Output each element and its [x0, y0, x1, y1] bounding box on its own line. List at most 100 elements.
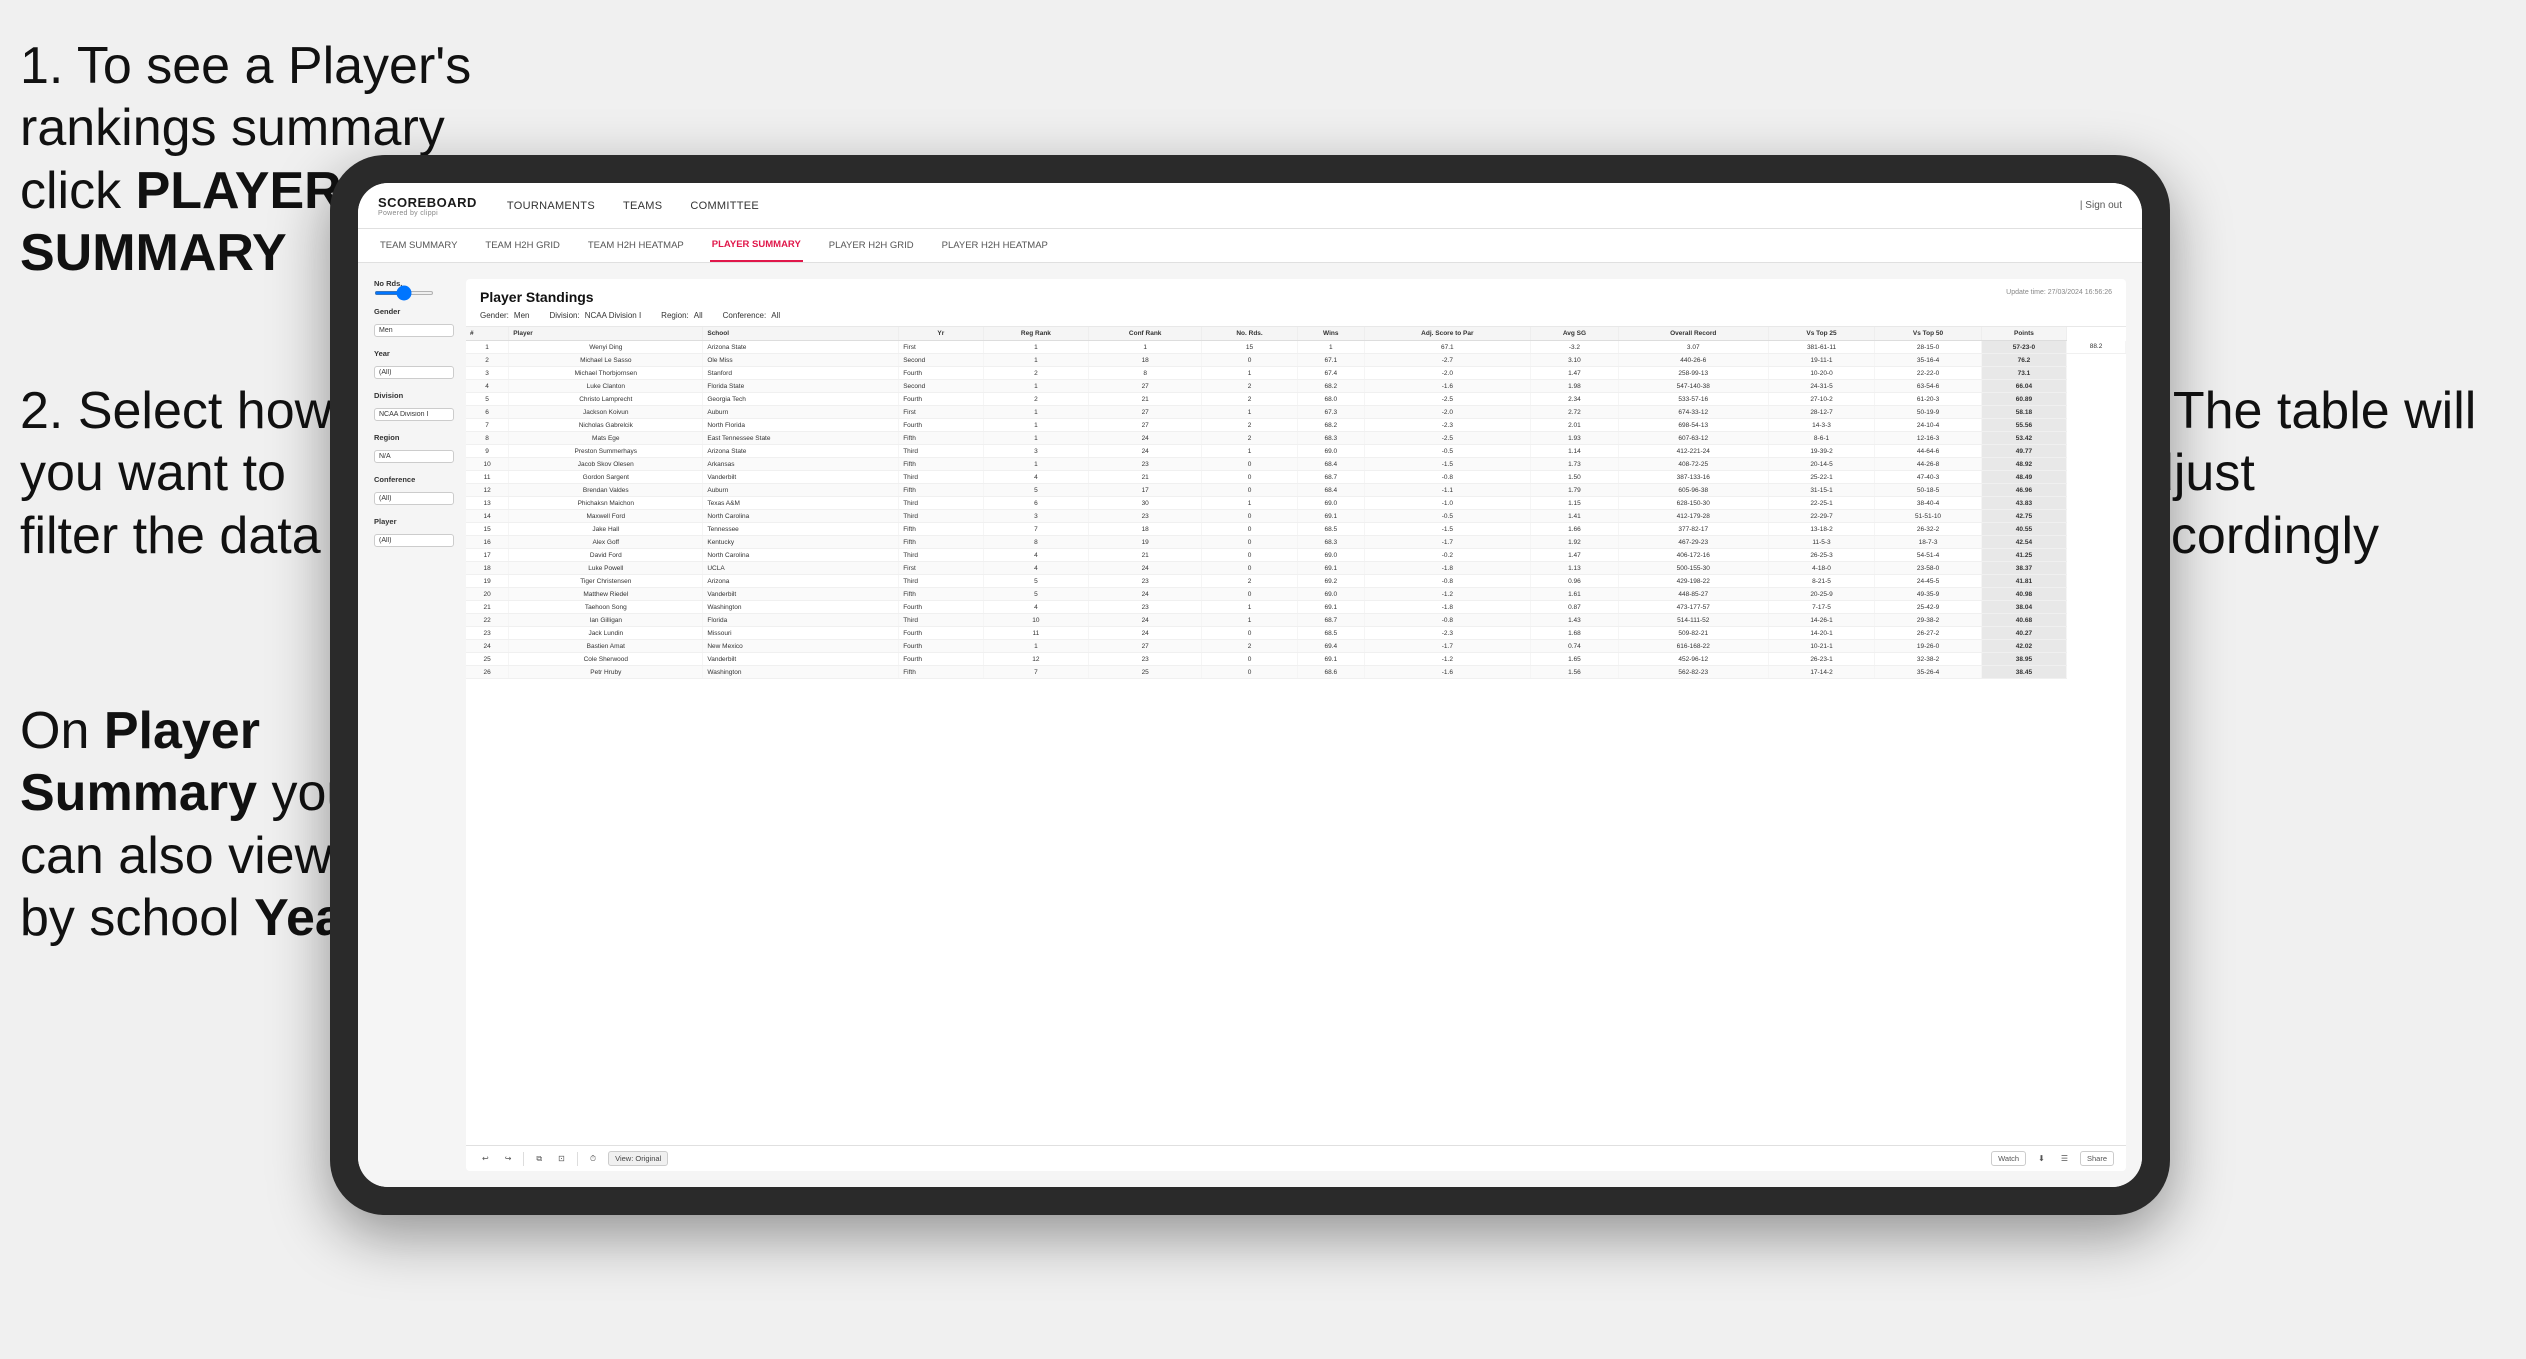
cell-20-12: 25-42-9	[1875, 601, 1982, 614]
cell-1-3: Second	[899, 354, 983, 367]
year-label: Year	[374, 349, 454, 358]
cell-25-2: Washington	[703, 666, 899, 679]
cell-23-2: New Mexico	[703, 640, 899, 653]
cell-12-10: 628-150-30	[1618, 497, 1768, 510]
division-label: Division	[374, 391, 454, 400]
cell-14-3: Fifth	[899, 523, 983, 536]
table-row: 3Michael ThorbjornsenStanfordFourth28167…	[466, 367, 2126, 380]
cell-15-6: 0	[1202, 536, 1298, 549]
cell-13-8: -0.5	[1364, 510, 1531, 523]
cell-13-12: 51-51-10	[1875, 510, 1982, 523]
redo-button[interactable]: ↪	[501, 1152, 516, 1165]
cell-14-11: 13-18-2	[1768, 523, 1875, 536]
watch-button[interactable]: Watch	[1991, 1151, 2026, 1166]
share-button[interactable]: Share	[2080, 1151, 2114, 1166]
cell-9-10: 408-72-25	[1618, 458, 1768, 471]
cell-17-0: 18	[466, 562, 509, 575]
cell-8-6: 1	[1202, 445, 1298, 458]
nav-teams[interactable]: TEAMS	[623, 200, 662, 212]
cell-21-13: 40.68	[1981, 614, 2066, 627]
cell-17-3: First	[899, 562, 983, 575]
sign-out-link[interactable]: | Sign out	[2080, 200, 2122, 211]
sub-nav-player-summary[interactable]: PLAYER SUMMARY	[710, 229, 803, 262]
cell-25-8: -1.6	[1364, 666, 1531, 679]
sub-nav-team-h2h-heatmap[interactable]: TEAM H2H HEATMAP	[586, 229, 686, 262]
cell-25-9: 1.56	[1531, 666, 1619, 679]
player-select[interactable]: (All)	[374, 534, 454, 547]
cell-3-4: 1	[983, 380, 1089, 393]
division-filter-display: Division: NCAA Division I	[549, 311, 641, 320]
cell-17-8: -1.8	[1364, 562, 1531, 575]
cell-25-0: 26	[466, 666, 509, 679]
cell-5-2: Auburn	[703, 406, 899, 419]
cell-4-4: 2	[983, 393, 1089, 406]
cell-1-2: Ole Miss	[703, 354, 899, 367]
data-table[interactable]: # Player School Yr Reg Rank Conf Rank No…	[466, 327, 2126, 1145]
cell-4-13: 60.89	[1981, 393, 2066, 406]
table-row: 13Phichaksn MaichonTexas A&MThird630169.…	[466, 497, 2126, 510]
cell-8-3: Third	[899, 445, 983, 458]
cell-14-1: Jake Hall	[509, 523, 703, 536]
cell-25-5: 25	[1089, 666, 1202, 679]
sub-nav-player-h2h-grid[interactable]: PLAYER H2H GRID	[827, 229, 916, 262]
cell-18-13: 41.81	[1981, 575, 2066, 588]
cell-23-0: 24	[466, 640, 509, 653]
nav-tournaments[interactable]: TOURNAMENTS	[507, 200, 595, 212]
cell-19-2: Vanderbilt	[703, 588, 899, 601]
gender-select[interactable]: Men	[374, 324, 454, 337]
table-row: 9Preston SummerhaysArizona StateThird324…	[466, 445, 2126, 458]
cell-10-12: 47-40-3	[1875, 471, 1982, 484]
copy-button[interactable]: ⧉	[532, 1152, 546, 1166]
cell-2-7: 67.4	[1298, 367, 1364, 380]
sub-nav-player-h2h-heatmap[interactable]: PLAYER H2H HEATMAP	[940, 229, 1050, 262]
view-original-button[interactable]: View: Original	[608, 1151, 668, 1166]
sub-nav-team-summary[interactable]: TEAM SUMMARY	[378, 229, 459, 262]
cell-18-2: Arizona	[703, 575, 899, 588]
year-select[interactable]: (All)	[374, 366, 454, 379]
table-title: Player Standings	[480, 289, 780, 305]
cell-13-5: 23	[1089, 510, 1202, 523]
cell-9-12: 44-26-8	[1875, 458, 1982, 471]
nav-committee[interactable]: COMMITTEE	[690, 200, 759, 212]
cell-12-8: -1.0	[1364, 497, 1531, 510]
undo-button[interactable]: ↩	[478, 1152, 493, 1165]
cell-16-1: David Ford	[509, 549, 703, 562]
cell-7-4: 1	[983, 432, 1089, 445]
filter-region: Region N/A	[374, 433, 454, 463]
cell-0-10: 3.07	[1618, 341, 1768, 354]
cell-17-7: 69.1	[1298, 562, 1364, 575]
cell-18-1: Tiger Christensen	[509, 575, 703, 588]
cell-14-13: 40.55	[1981, 523, 2066, 536]
clock-button[interactable]: ⏱	[586, 1152, 600, 1166]
cell-19-1: Matthew Riedel	[509, 588, 703, 601]
col-adj-score: Adj. Score to Par	[1364, 327, 1531, 341]
cell-4-2: Georgia Tech	[703, 393, 899, 406]
cell-11-4: 5	[983, 484, 1089, 497]
conference-label: Conference	[374, 475, 454, 484]
step2-line2: you want to	[20, 444, 286, 502]
division-select[interactable]: NCAA Division I	[374, 408, 454, 421]
cell-7-8: -2.5	[1364, 432, 1531, 445]
step2-line3: filter the data	[20, 507, 321, 565]
instruction-step2: 2. Select how you want to filter the dat…	[20, 380, 360, 567]
region-select[interactable]: N/A	[374, 450, 454, 463]
settings-button[interactable]: ☰	[2057, 1152, 2072, 1165]
export-button[interactable]: ⬇	[2034, 1152, 2049, 1165]
cell-24-5: 23	[1089, 653, 1202, 666]
table-row: 24Bastien AmatNew MexicoFourth127269.4-1…	[466, 640, 2126, 653]
table-row: 7Nicholas GabrelcikNorth FloridaFourth12…	[466, 419, 2126, 432]
cell-25-3: Fifth	[899, 666, 983, 679]
cell-18-3: Third	[899, 575, 983, 588]
cell-9-1: Jacob Skov Olesen	[509, 458, 703, 471]
cell-1-5: 18	[1089, 354, 1202, 367]
paste-button[interactable]: ⊡	[554, 1152, 569, 1165]
table-row: 8Mats EgeEast Tennessee StateFifth124268…	[466, 432, 2126, 445]
table-row: 6Jackson KoivunAuburnFirst127167.3-2.02.…	[466, 406, 2126, 419]
cell-18-12: 24-45-5	[1875, 575, 1982, 588]
sub-nav-team-h2h-grid[interactable]: TEAM H2H GRID	[483, 229, 561, 262]
conference-select[interactable]: (All)	[374, 492, 454, 505]
cell-9-3: Fifth	[899, 458, 983, 471]
rds-slider[interactable]	[374, 291, 434, 295]
cell-14-8: -1.5	[1364, 523, 1531, 536]
table-row: 22Ian GilliganFloridaThird1024168.7-0.81…	[466, 614, 2126, 627]
